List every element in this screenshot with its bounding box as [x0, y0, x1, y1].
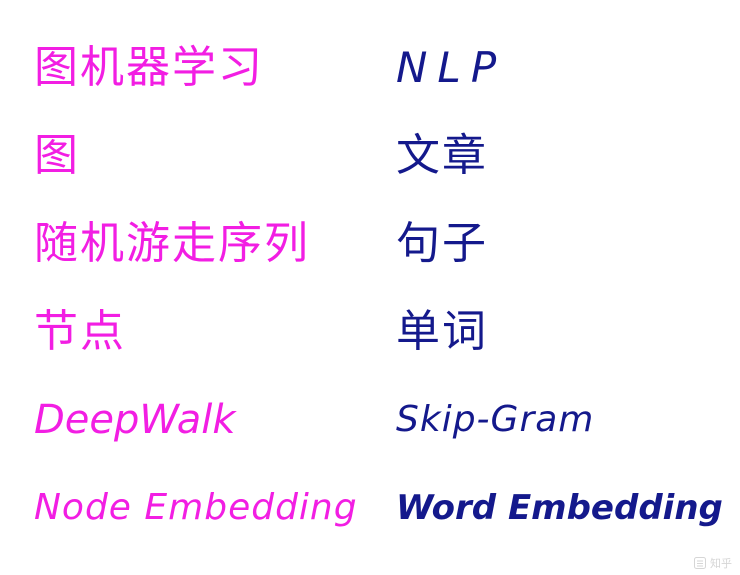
term-skip-gram: Skip-Gram [396, 399, 595, 440]
nlp-row-1: NLP [396, 24, 726, 112]
graph-ml-row-5: DeepWalk [34, 376, 384, 464]
handwritten-analogy-board: 图机器学习 图 随机游走序列 节点 DeepWalk Node Embeddin… [0, 0, 740, 575]
graph-ml-column: 图机器学习 图 随机游走序列 节点 DeepWalk Node Embeddin… [34, 24, 384, 552]
term-deepwalk: DeepWalk [34, 397, 236, 443]
term-word-embedding: Word Embedding [396, 488, 723, 528]
term-graph: 图 [34, 130, 80, 181]
term-graph-machine-learning: 图机器学习 [34, 42, 264, 93]
nlp-row-3: 句子 [396, 200, 726, 288]
nlp-row-5: Skip-Gram [396, 376, 726, 464]
nlp-column: NLP 文章 句子 单词 Skip-Gram Word Embedding [396, 24, 726, 552]
watermark-text: 知乎 [710, 557, 732, 570]
graph-ml-row-3: 随机游走序列 [34, 200, 384, 288]
term-sentence: 句子 [396, 218, 488, 269]
nlp-row-2: 文章 [396, 112, 726, 200]
term-article: 文章 [396, 130, 488, 181]
zhihu-logo-icon [694, 557, 706, 569]
graph-ml-row-6: Node Embedding [34, 464, 384, 552]
term-word: 单词 [396, 306, 488, 357]
term-nlp: NLP [396, 43, 507, 92]
term-random-walk-sequence: 随机游走序列 [34, 218, 310, 269]
graph-ml-row-1: 图机器学习 [34, 24, 384, 112]
nlp-row-4: 单词 [396, 288, 726, 376]
term-node-embedding: Node Embedding [34, 487, 358, 528]
nlp-row-6: Word Embedding [396, 464, 726, 552]
graph-ml-row-4: 节点 [34, 288, 384, 376]
graph-ml-row-2: 图 [34, 112, 384, 200]
watermark: 知乎 [694, 555, 732, 571]
term-node: 节点 [34, 306, 126, 357]
